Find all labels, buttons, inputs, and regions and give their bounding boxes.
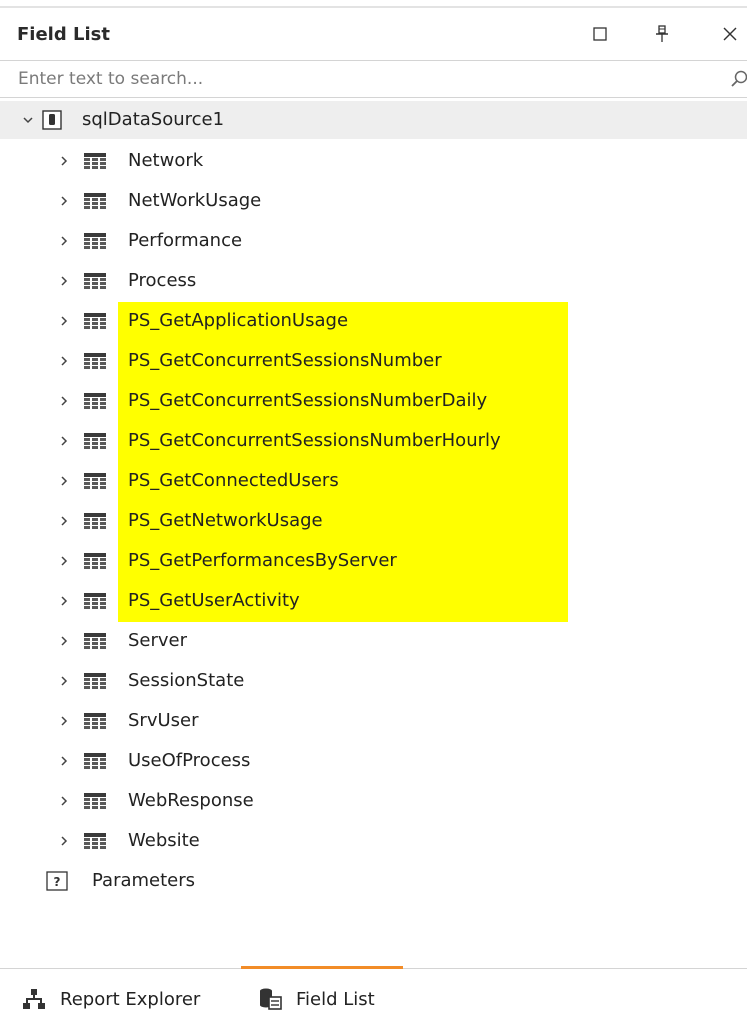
tree-item[interactable]: PS_GetConcurrentSessionsNumberHourly [0, 422, 747, 460]
table-icon [84, 513, 106, 529]
active-tab-indicator [241, 966, 403, 969]
search-input[interactable] [0, 61, 720, 97]
table-icon [84, 353, 106, 369]
tree-item[interactable]: PS_GetNetworkUsage [0, 502, 747, 540]
table-icon [84, 473, 106, 489]
tree-item[interactable]: SessionState [0, 662, 747, 700]
chevron-right-icon[interactable] [56, 513, 72, 529]
tree-item-label: Performance [128, 230, 243, 251]
tree-item[interactable]: SrvUser [0, 702, 747, 740]
chevron-right-icon[interactable] [56, 153, 72, 169]
chevron-right-icon[interactable] [56, 193, 72, 209]
chevron-right-icon[interactable] [56, 593, 72, 609]
parameters-node[interactable]: ? Parameters [0, 862, 747, 900]
chevron-right-icon[interactable] [56, 433, 72, 449]
pin-button[interactable] [645, 18, 679, 50]
table-icon [84, 753, 106, 769]
field-list-panel: Field List Enter text to search... sqlDa… [0, 0, 747, 1025]
panel-title: Field List [17, 24, 110, 45]
tree-item-label: PS_GetConcurrentSessionsNumberHourly [128, 430, 501, 451]
table-icon [84, 593, 106, 609]
search-bar [0, 60, 747, 98]
tree-item-label: PS_GetConcurrentSessionsNumber [128, 350, 442, 371]
chevron-right-icon[interactable] [56, 633, 72, 649]
chevron-right-icon[interactable] [56, 313, 72, 329]
table-icon [84, 273, 106, 289]
tree-item[interactable]: NetWorkUsage [0, 182, 747, 220]
table-icon [84, 313, 106, 329]
tree-item-label: SessionState [128, 670, 245, 691]
tree-item-label: PS_GetApplicationUsage [128, 310, 349, 331]
maximize-icon [593, 27, 607, 41]
tab-report-explorer[interactable]: Report Explorer [22, 975, 200, 1023]
pin-icon [656, 25, 668, 42]
svg-text:?: ? [54, 875, 61, 889]
chevron-right-icon[interactable] [56, 793, 72, 809]
chevron-right-icon[interactable] [56, 353, 72, 369]
tree-item[interactable]: PS_GetConnectedUsers [0, 462, 747, 500]
parameters-label: Parameters [92, 870, 196, 891]
tree-item[interactable]: WebResponse [0, 782, 747, 820]
report-explorer-icon [23, 989, 45, 1009]
tree-item[interactable]: UseOfProcess [0, 742, 747, 780]
tree-item[interactable]: Network [0, 142, 747, 180]
table-icon [84, 553, 106, 569]
table-icon [84, 233, 106, 249]
chevron-right-icon[interactable] [56, 713, 72, 729]
maximize-button[interactable] [583, 18, 617, 50]
tree-item[interactable]: PS_GetUserActivity [0, 582, 747, 620]
table-icon [84, 713, 106, 729]
chevron-down-icon[interactable] [20, 112, 36, 128]
database-icon [42, 110, 62, 130]
parameters-icon: ? [46, 871, 68, 891]
tree-item[interactable]: Process [0, 262, 747, 300]
table-icon [84, 633, 106, 649]
tab-report-explorer-label: Report Explorer [60, 988, 201, 1010]
tree-item-label: Process [128, 270, 197, 291]
chevron-right-icon[interactable] [56, 273, 72, 289]
panel-header: Field List [0, 8, 747, 60]
tab-field-list[interactable]: Field List [258, 975, 375, 1023]
table-icon [84, 673, 106, 689]
chevron-right-icon[interactable] [56, 393, 72, 409]
tree-item-label: Network [128, 150, 204, 171]
table-icon [84, 833, 106, 849]
tab-field-list-label: Field List [296, 988, 375, 1010]
tree-item[interactable]: Website [0, 822, 747, 860]
chevron-right-icon[interactable] [56, 233, 72, 249]
tree-item-label: PS_GetPerformancesByServer [128, 550, 397, 571]
tree-item[interactable]: Performance [0, 222, 747, 260]
tree-item-label: UseOfProcess [128, 750, 251, 771]
table-icon [84, 193, 106, 209]
tree-item[interactable]: PS_GetConcurrentSessionsNumberDaily [0, 382, 747, 420]
table-icon [84, 393, 106, 409]
tree-item-label: PS_GetConcurrentSessionsNumberDaily [128, 390, 488, 411]
close-button[interactable] [713, 18, 747, 50]
search-icon[interactable] [730, 69, 747, 89]
tree-item[interactable]: Server [0, 622, 747, 660]
tree-item[interactable]: PS_GetConcurrentSessionsNumber [0, 342, 747, 380]
chevron-right-icon[interactable] [56, 553, 72, 569]
field-list-icon [260, 988, 282, 1010]
tree-item-label: NetWorkUsage [128, 190, 262, 211]
table-icon [84, 153, 106, 169]
tree-item-label: PS_GetUserActivity [128, 590, 300, 611]
table-icon [84, 793, 106, 809]
chevron-right-icon[interactable] [56, 673, 72, 689]
tree-item[interactable]: PS_GetPerformancesByServer [0, 542, 747, 580]
root-label: sqlDataSource1 [82, 109, 225, 130]
tree-item-label: Server [128, 630, 188, 651]
tree-item-label: Website [128, 830, 200, 851]
tree-item-label: PS_GetNetworkUsage [128, 510, 323, 531]
tree-item-label: PS_GetConnectedUsers [128, 470, 339, 491]
tree-item-label: WebResponse [128, 790, 254, 811]
table-icon [84, 433, 106, 449]
chevron-right-icon[interactable] [56, 753, 72, 769]
tree-root-row[interactable]: sqlDataSource1 [0, 101, 747, 139]
chevron-right-icon[interactable] [56, 833, 72, 849]
close-icon [723, 27, 737, 41]
chevron-right-icon[interactable] [56, 473, 72, 489]
tree-item[interactable]: PS_GetApplicationUsage [0, 302, 747, 340]
tree-item-label: SrvUser [128, 710, 199, 731]
